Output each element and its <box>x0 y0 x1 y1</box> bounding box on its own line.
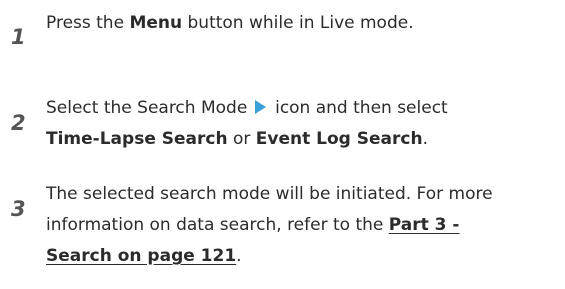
text-segment: . <box>422 129 428 149</box>
text-segment: or <box>227 129 256 149</box>
text-segment: . <box>236 246 242 266</box>
step-number: 1 <box>11 25 26 49</box>
text-segment: Press the <box>46 13 130 33</box>
text-segment: icon and then select <box>269 98 448 118</box>
step-line: Search on page 121. <box>46 241 551 272</box>
step-line: Select the Search Mode icon and then sel… <box>46 93 551 124</box>
search-mode-play-icon <box>254 100 266 114</box>
step-text: Select the Search Mode icon and then sel… <box>46 93 551 155</box>
text-segment: The selected search mode will be initiat… <box>46 184 493 204</box>
step-line: Press the Menu button while in Live mode… <box>46 8 551 39</box>
text-segment: information on data search, refer to the <box>46 215 389 235</box>
step-line: Time-Lapse Search or Event Log Search. <box>46 124 551 155</box>
part3-search-link[interactable]: Part 3 - <box>389 215 460 235</box>
step-text: Press the Menu button while in Live mode… <box>46 8 551 39</box>
event-log-search-label: Event Log Search <box>255 129 423 149</box>
step-number: 3 <box>11 197 26 221</box>
step-text: The selected search mode will be initiat… <box>46 179 551 272</box>
step-line: The selected search mode will be initiat… <box>46 179 551 210</box>
text-segment: button while in Live mode. <box>182 13 414 33</box>
menu-button-name: Menu <box>129 13 183 33</box>
step-number: 2 <box>11 111 26 135</box>
time-lapse-search-label: Time-Lapse Search <box>46 129 228 149</box>
text-segment: Select the Search Mode <box>46 98 253 118</box>
part3-search-link-continued[interactable]: Search on page 121 <box>46 246 236 266</box>
step-line: information on data search, refer to the… <box>46 210 551 241</box>
